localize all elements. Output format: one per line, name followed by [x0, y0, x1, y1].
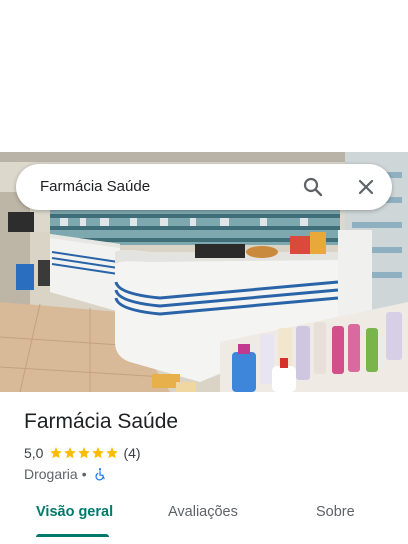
review-count: (4) [123, 445, 141, 461]
search-bar[interactable]: Farmácia Saúde [16, 164, 392, 210]
star-icon [106, 447, 119, 459]
blank-area [0, 0, 408, 152]
star-rating [49, 446, 119, 460]
active-tab-indicator [36, 534, 109, 537]
search-input[interactable]: Farmácia Saúde [40, 178, 150, 195]
tab-bar: Visão geral Avaliações Sobre [0, 490, 408, 544]
tab-about[interactable]: Sobre [316, 504, 355, 520]
close-icon[interactable] [354, 175, 378, 199]
search-icon[interactable] [301, 175, 325, 199]
star-icon [78, 447, 91, 459]
place-category: Drogaria [24, 466, 78, 482]
category-row: Drogaria • [24, 465, 107, 483]
tab-overview[interactable]: Visão geral [36, 504, 113, 520]
place-title: Farmácia Saúde [24, 410, 179, 433]
wheelchair-icon [95, 468, 105, 481]
star-icon [64, 447, 77, 459]
star-icon [50, 447, 63, 459]
rating-row[interactable]: 5,0 (4) [24, 444, 141, 462]
separator-dot: • [81, 466, 87, 482]
tab-reviews[interactable]: Avaliações [168, 504, 238, 520]
star-icon [92, 447, 105, 459]
rating-value: 5,0 [24, 445, 44, 461]
